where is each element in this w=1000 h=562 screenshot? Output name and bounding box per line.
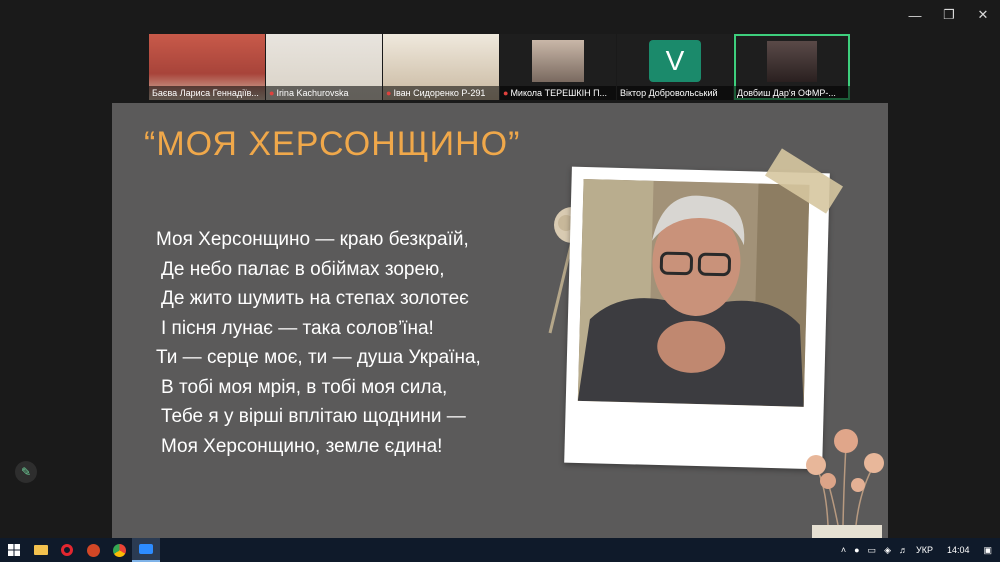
poem-line: Тебе я у вірші вплітаю щоднини — [161, 406, 466, 427]
poem-line: Де жито шумить на степах золотеє [161, 288, 469, 309]
participant-tile[interactable]: V Віктор Добровольський [617, 34, 733, 100]
avatar: V [649, 40, 701, 82]
zoom-app-icon[interactable] [132, 538, 160, 562]
chevron-up-icon[interactable]: ˄ [841, 545, 846, 555]
slide-title: “МОЯ ХЕРСОНЩИНО” [144, 125, 521, 163]
dried-flowers-decoration [806, 429, 884, 538]
participant-video-strip: Баєва Лариса Геннадіїв... ● Irina Kachuro… [149, 34, 851, 100]
poem-line: Моя Херсонщино, земле єдина! [161, 435, 443, 457]
mic-muted-icon: ● [386, 88, 392, 98]
poem-line: Ти — серце моє, ти — душа Україна, [156, 347, 481, 368]
poem-text: Моя Херсонщино — краю безкраїй, Де небо … [156, 225, 481, 461]
notifications-icon[interactable]: ▣ [983, 545, 992, 556]
microphone-icon[interactable]: ● [854, 545, 859, 555]
system-tray: ˄ ● ▭ ◈ ♬ УКР 14:04 ▣ [837, 538, 1000, 562]
volume-icon[interactable]: ♬ [899, 545, 908, 555]
mic-muted-icon: ● [503, 88, 509, 98]
participant-tile[interactable]: ● Микола ТЕРЕШКІН П... [500, 34, 616, 100]
participant-tile[interactable]: ● Irina Kachurovska [266, 34, 382, 100]
portrait-photo [577, 178, 810, 407]
minimize-button[interactable]: — [898, 0, 932, 30]
chrome-icon[interactable] [106, 538, 132, 562]
battery-icon[interactable]: ▭ [868, 545, 877, 556]
file-explorer-icon[interactable] [28, 538, 54, 562]
participant-name: ● Irina Kachurovska [266, 86, 382, 100]
participant-tile[interactable]: ● Іван Сидоренко Р-291 [383, 34, 499, 100]
restore-button[interactable]: ❐ [932, 0, 966, 30]
participant-name: Баєва Лариса Геннадіїв... [149, 86, 265, 100]
participant-tile-active-speaker[interactable]: Довбиш Дар'я ОФМР-... [734, 34, 850, 100]
close-button[interactable]: ✕ [966, 0, 1000, 30]
start-windows-icon[interactable] [0, 538, 28, 562]
annotate-pencil-icon[interactable]: ✎ [15, 461, 37, 483]
participant-name: ● Микола ТЕРЕШКІН П... [500, 86, 616, 100]
photo-frame [564, 166, 830, 470]
participant-name: Довбиш Дар'я ОФМР-... [734, 86, 850, 100]
participant-tile[interactable]: Баєва Лариса Геннадіїв... [149, 34, 265, 100]
poem-line: Де небо палає в обіймах зорею, [161, 258, 445, 280]
video-feed [767, 41, 817, 82]
poem-line: Моя Херсонщино — краю безкраїй, [156, 229, 469, 250]
video-feed [532, 40, 584, 82]
windows-taskbar: ˄ ● ▭ ◈ ♬ УКР 14:04 ▣ [0, 538, 1000, 562]
wifi-icon[interactable]: ◈ [884, 545, 891, 556]
poem-line: І пісня лунає — така солов’їна! [161, 317, 434, 339]
mic-muted-icon: ● [269, 88, 275, 98]
participant-name: Віктор Добровольський [617, 86, 733, 100]
clock[interactable]: 14:04 [947, 545, 970, 555]
powerpoint-icon[interactable] [80, 538, 106, 562]
window-controls: — ❐ ✕ [898, 0, 1000, 30]
opera-icon[interactable] [54, 538, 80, 562]
shared-slide: “МОЯ ХЕРСОНЩИНО” Моя Херсонщино — краю б… [112, 103, 888, 538]
poem-line: В тобі моя мрія, в тобі моя сила, [161, 376, 448, 398]
keyboard-language[interactable]: УКР [916, 545, 933, 555]
participant-name: ● Іван Сидоренко Р-291 [383, 86, 499, 100]
